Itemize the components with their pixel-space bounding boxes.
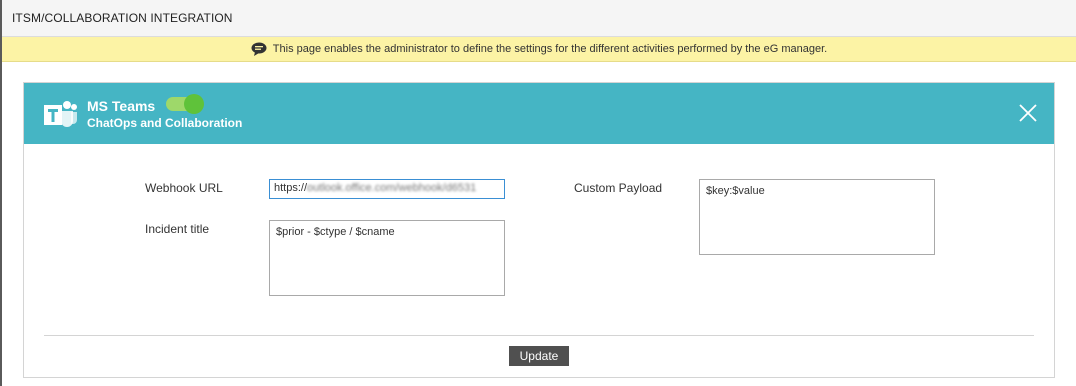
webhook-url-obscured: outlook.office.com/webhook/d6531 bbox=[307, 182, 477, 194]
page-title: ITSM/COLLABORATION INTEGRATION bbox=[12, 11, 233, 25]
app-subtitle: ChatOps and Collaboration bbox=[87, 116, 243, 130]
page-header: ITSM/COLLABORATION INTEGRATION bbox=[2, 0, 1076, 37]
incident-title-label: Incident title bbox=[145, 222, 210, 236]
ms-teams-icon bbox=[44, 101, 77, 127]
speech-bubble-icon bbox=[251, 42, 267, 56]
incident-title-value: $prior - $ctype / $cname bbox=[276, 226, 395, 238]
webhook-url-input[interactable]: https://outlook.office.com/webhook/d6531 bbox=[269, 179, 505, 199]
close-icon[interactable] bbox=[1018, 103, 1038, 123]
ms-teams-card: MS Teams ChatOps and Collaboration Webho… bbox=[23, 82, 1055, 378]
form-divider bbox=[44, 335, 1034, 336]
info-notice-bar: This page enables the administrator to d… bbox=[2, 37, 1076, 62]
incident-title-textarea[interactable]: $prior - $ctype / $cname bbox=[269, 220, 505, 296]
webhook-url-prefix: https:// bbox=[274, 182, 308, 194]
webhook-url-label: Webhook URL bbox=[145, 181, 223, 195]
card-header: MS Teams ChatOps and Collaboration bbox=[24, 83, 1054, 144]
notice-text: This page enables the administrator to d… bbox=[272, 43, 828, 55]
app-name: MS Teams bbox=[87, 98, 156, 114]
update-button[interactable]: Update bbox=[509, 346, 569, 366]
custom-payload-textarea[interactable]: $key:$value bbox=[699, 179, 935, 255]
custom-payload-label: Custom Payload bbox=[574, 181, 663, 195]
toggle-knob bbox=[184, 94, 204, 114]
custom-payload-value: $key:$value bbox=[706, 185, 765, 197]
enable-toggle[interactable] bbox=[166, 94, 204, 114]
